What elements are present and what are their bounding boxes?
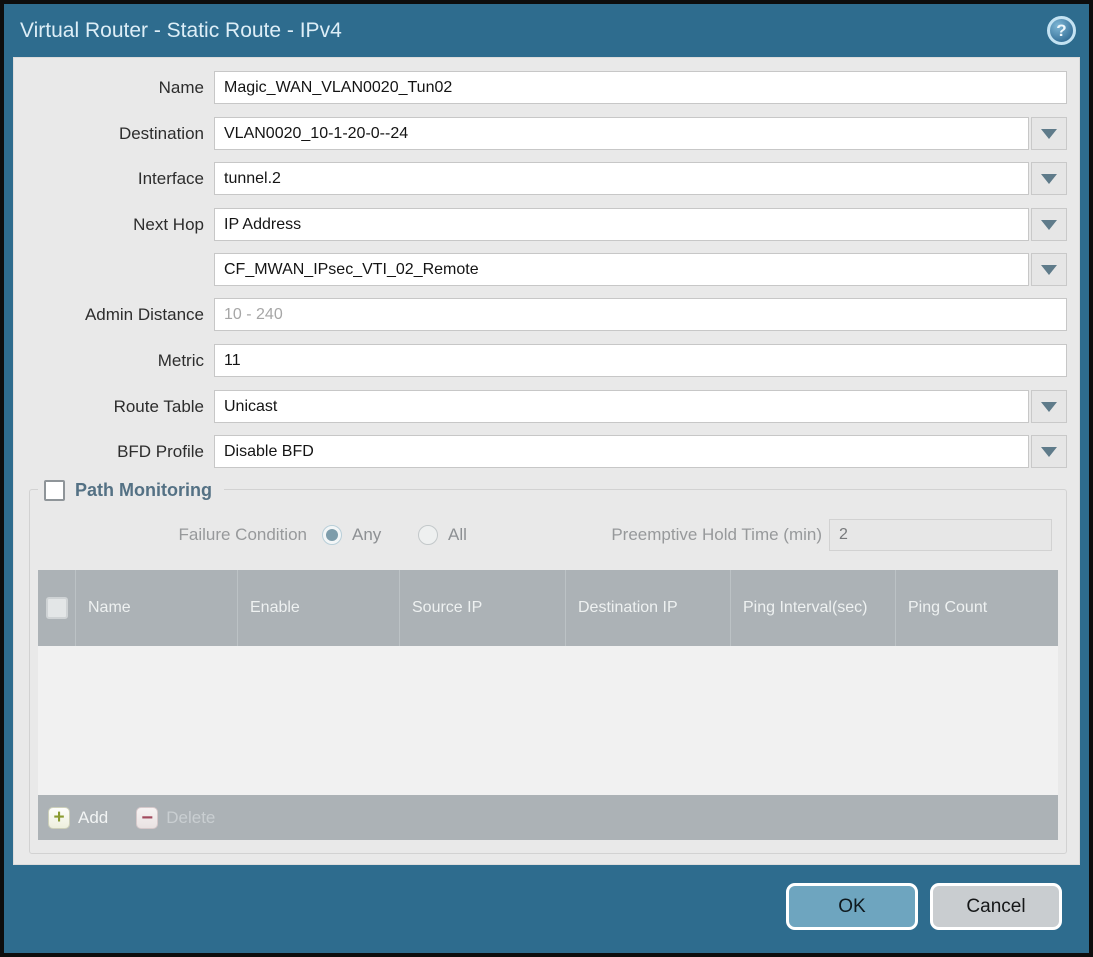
- route-table-input[interactable]: [214, 390, 1029, 423]
- next-hop-value-row: [14, 253, 1079, 286]
- path-monitoring-checkbox[interactable]: [44, 480, 65, 501]
- metric-label: Metric: [14, 344, 204, 377]
- preemptive-hold-time-label: Preemptive Hold Time (min): [480, 518, 822, 552]
- select-all-checkbox[interactable]: [46, 597, 68, 619]
- chevron-down-icon: [1041, 402, 1057, 412]
- metric-row: Metric: [14, 344, 1079, 377]
- plus-icon: +: [48, 807, 70, 829]
- next-hop-row: Next Hop: [14, 208, 1079, 241]
- failure-condition-row: Failure Condition Any All Preemptive Hol…: [30, 518, 1066, 552]
- cancel-button[interactable]: Cancel: [930, 883, 1062, 930]
- path-monitoring-legend: Path Monitoring: [38, 477, 224, 503]
- delete-button[interactable]: − Delete: [136, 807, 215, 829]
- chevron-down-icon: [1041, 265, 1057, 275]
- bfd-profile-row: BFD Profile: [14, 435, 1079, 468]
- next-hop-value-dropdown-button[interactable]: [1031, 253, 1067, 286]
- destination-label: Destination: [14, 117, 204, 150]
- column-header-name: Name: [75, 570, 237, 646]
- column-header-ping-interval: Ping Interval(sec): [730, 570, 895, 646]
- admin-distance-label: Admin Distance: [14, 298, 204, 331]
- dialog-body: Name Destination Interface Next Hop: [13, 57, 1080, 865]
- name-row: Name: [14, 71, 1079, 104]
- table-toolbar: + Add − Delete: [38, 795, 1058, 840]
- path-monitoring-table-body: [38, 646, 1058, 795]
- interface-label: Interface: [14, 162, 204, 195]
- interface-dropdown-button[interactable]: [1031, 162, 1067, 195]
- column-header-destination-ip: Destination IP: [565, 570, 730, 646]
- ok-button[interactable]: OK: [786, 883, 918, 930]
- table-header: Name Enable Source IP Destination IP Pin…: [38, 570, 1058, 646]
- route-table-dropdown-button[interactable]: [1031, 390, 1067, 423]
- static-route-dialog: Virtual Router - Static Route - IPv4 ? N…: [0, 0, 1093, 957]
- chevron-down-icon: [1041, 447, 1057, 457]
- path-monitoring-title: Path Monitoring: [75, 480, 212, 501]
- column-header-enable: Enable: [237, 570, 399, 646]
- admin-distance-row: Admin Distance: [14, 298, 1079, 331]
- chevron-down-icon: [1041, 174, 1057, 184]
- column-header-source-ip: Source IP: [399, 570, 565, 646]
- chevron-down-icon: [1041, 129, 1057, 139]
- interface-input[interactable]: [214, 162, 1029, 195]
- path-monitoring-group: Path Monitoring Failure Condition Any Al…: [29, 489, 1067, 854]
- delete-button-label: Delete: [166, 808, 215, 828]
- column-header-ping-count: Ping Count: [895, 570, 1058, 646]
- name-input[interactable]: [214, 71, 1067, 104]
- metric-input[interactable]: [214, 344, 1067, 377]
- bfd-profile-input[interactable]: [214, 435, 1029, 468]
- header-checkbox-cell: [38, 570, 75, 646]
- radio-any-label: Any: [352, 518, 381, 552]
- add-button[interactable]: + Add: [48, 807, 108, 829]
- interface-row: Interface: [14, 162, 1079, 195]
- next-hop-type-input[interactable]: [214, 208, 1029, 241]
- next-hop-label: Next Hop: [14, 208, 204, 241]
- path-monitoring-table: Name Enable Source IP Destination IP Pin…: [38, 570, 1058, 840]
- name-label: Name: [14, 71, 204, 104]
- destination-dropdown-button[interactable]: [1031, 117, 1067, 150]
- bfd-profile-dropdown-button[interactable]: [1031, 435, 1067, 468]
- destination-row: Destination: [14, 117, 1079, 150]
- radio-all[interactable]: [418, 525, 438, 545]
- preemptive-hold-time-input[interactable]: [829, 519, 1052, 551]
- bfd-profile-label: BFD Profile: [14, 435, 204, 468]
- next-hop-type-dropdown-button[interactable]: [1031, 208, 1067, 241]
- failure-condition-label: Failure Condition: [30, 518, 307, 552]
- chevron-down-icon: [1041, 220, 1057, 230]
- minus-icon: −: [136, 807, 158, 829]
- route-table-row: Route Table: [14, 390, 1079, 423]
- add-button-label: Add: [78, 808, 108, 828]
- help-icon[interactable]: ?: [1047, 16, 1076, 45]
- destination-input[interactable]: [214, 117, 1029, 150]
- radio-all-label: All: [448, 518, 467, 552]
- route-table-label: Route Table: [14, 390, 204, 423]
- dialog-title: Virtual Router - Static Route - IPv4: [20, 4, 342, 57]
- radio-any[interactable]: [322, 525, 342, 545]
- next-hop-value-input[interactable]: [214, 253, 1029, 286]
- admin-distance-input[interactable]: [214, 298, 1067, 331]
